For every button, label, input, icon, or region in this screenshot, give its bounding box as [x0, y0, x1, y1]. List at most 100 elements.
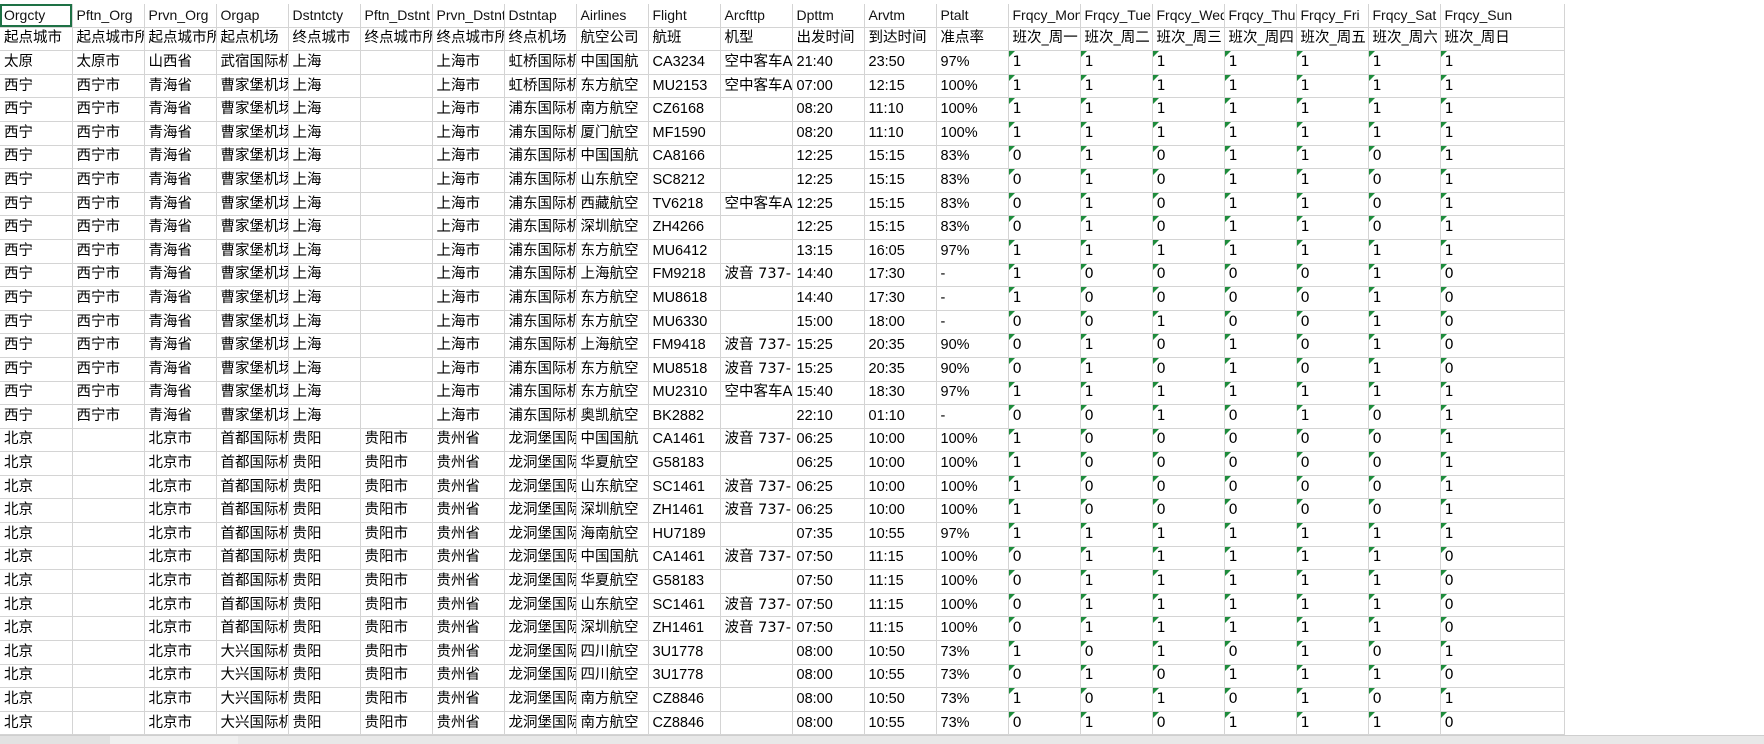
cell[interactable]: 西宁 — [0, 168, 73, 193]
cell[interactable]: 机型 — [720, 27, 793, 52]
cell[interactable]: 曹家堡机场 — [216, 168, 289, 193]
cell[interactable]: 1 — [1080, 522, 1153, 547]
cell[interactable]: 1 — [1080, 381, 1153, 406]
cell[interactable]: 西宁市 — [72, 263, 145, 288]
cell[interactable]: 0 — [1440, 286, 1565, 311]
cell[interactable]: 0 — [1008, 569, 1081, 594]
cell[interactable]: 1 — [1440, 97, 1565, 122]
cell[interactable]: 西宁 — [0, 192, 73, 217]
cell[interactable]: 0 — [1008, 192, 1081, 217]
cell[interactable]: 73% — [936, 640, 1009, 665]
cell[interactable]: 97% — [936, 381, 1009, 406]
cell[interactable]: 北京 — [0, 616, 73, 642]
cell[interactable]: 1 — [1224, 522, 1297, 547]
cell[interactable]: 西宁市 — [72, 97, 145, 122]
cell[interactable]: 西宁市 — [72, 333, 145, 358]
cell[interactable]: 10:00 — [864, 428, 937, 453]
cell[interactable]: 1 — [1440, 522, 1565, 547]
cell[interactable] — [360, 74, 433, 99]
cell[interactable]: - — [936, 286, 1009, 311]
cell[interactable]: 中国国航 — [576, 428, 649, 453]
cell[interactable] — [72, 569, 145, 594]
cell[interactable]: 青海省 — [144, 381, 217, 406]
cell[interactable]: 1 — [1152, 687, 1225, 712]
cell[interactable]: 贵阳市 — [360, 569, 433, 594]
cell[interactable] — [360, 145, 433, 170]
cell[interactable]: 10:55 — [864, 664, 937, 689]
cell[interactable]: 1 — [1368, 50, 1441, 75]
cell[interactable]: 12:25 — [792, 168, 865, 193]
cell[interactable]: 15:40 — [792, 381, 865, 406]
cell[interactable] — [360, 357, 433, 382]
cell[interactable]: 贵阳 — [288, 711, 361, 736]
cell[interactable]: 奥凯航空 — [576, 404, 649, 429]
cell[interactable] — [72, 687, 145, 712]
cell[interactable]: 曹家堡机场 — [216, 286, 289, 311]
cell[interactable]: 西宁市 — [72, 192, 145, 217]
cell[interactable]: 浦东国际机场 — [504, 310, 577, 335]
cell[interactable]: 0 — [1008, 593, 1081, 618]
cell[interactable]: 0 — [1368, 498, 1441, 524]
cell[interactable]: 1 — [1296, 404, 1369, 429]
cell[interactable]: 0 — [1296, 286, 1369, 311]
header-cell[interactable]: Frqcy_Thu — [1224, 4, 1297, 28]
cell[interactable]: 终点城市所在地 — [360, 27, 433, 52]
cell[interactable]: 1 — [1296, 711, 1369, 736]
cell[interactable]: 空中客车A320 — [720, 50, 793, 75]
header-cell[interactable]: Prvn_Org — [144, 4, 217, 28]
cell[interactable]: 龙洞堡国际机场 — [504, 711, 577, 736]
cell[interactable]: 太原市 — [72, 50, 145, 75]
cell[interactable]: 1 — [1440, 404, 1565, 429]
cell[interactable]: 浦东国际机场 — [504, 145, 577, 170]
cell[interactable]: 1 — [1440, 475, 1565, 500]
cell[interactable]: 班次_周二 — [1080, 27, 1153, 52]
cell[interactable]: 上海市 — [432, 381, 505, 406]
cell[interactable]: 1 — [1440, 498, 1565, 524]
cell[interactable]: 曹家堡机场 — [216, 145, 289, 170]
cell[interactable]: 0 — [1152, 192, 1225, 217]
cell[interactable]: 15:00 — [792, 310, 865, 335]
header-cell[interactable]: Flight — [648, 4, 721, 28]
cell[interactable]: 西宁市 — [72, 381, 145, 406]
cell[interactable]: 1 — [1152, 50, 1225, 75]
cell[interactable]: 曹家堡机场 — [216, 121, 289, 146]
cell[interactable]: 1 — [1296, 569, 1369, 594]
cell[interactable]: 波音 737-800 — [720, 357, 793, 382]
cell[interactable]: 1 — [1152, 310, 1225, 335]
cell[interactable]: 浦东国际机场 — [504, 381, 577, 406]
cell[interactable]: 龙洞堡国际机场 — [504, 475, 577, 500]
cell[interactable]: 空中客车A320 — [720, 74, 793, 99]
cell[interactable]: 南方航空 — [576, 687, 649, 712]
cell[interactable]: 贵阳市 — [360, 428, 433, 453]
cell[interactable] — [720, 145, 793, 170]
cell[interactable]: 0 — [1368, 192, 1441, 217]
cell[interactable]: 07:00 — [792, 74, 865, 99]
cell[interactable]: 北京市 — [144, 428, 217, 453]
cell[interactable]: 0 — [1440, 357, 1565, 382]
cell[interactable]: 1 — [1080, 333, 1153, 358]
cell[interactable]: 0 — [1296, 498, 1369, 524]
cell[interactable]: 0 — [1440, 569, 1565, 594]
cell[interactable]: HU7189 — [648, 522, 721, 547]
cell[interactable]: 海南航空 — [576, 522, 649, 547]
cell[interactable]: 起点城市所在省 — [144, 27, 217, 52]
cell[interactable]: 1 — [1224, 357, 1297, 382]
cell[interactable]: 1 — [1368, 616, 1441, 642]
cell[interactable]: 贵州省 — [432, 498, 505, 524]
cell[interactable] — [360, 50, 433, 75]
cell[interactable]: 1 — [1440, 74, 1565, 99]
cell[interactable]: 1 — [1440, 121, 1565, 146]
cell[interactable]: 1 — [1008, 97, 1081, 122]
cell[interactable]: 首都国际机场 — [216, 428, 289, 453]
header-cell[interactable]: Arcfttp — [720, 4, 793, 28]
header-cell[interactable]: Airlines — [576, 4, 649, 28]
cell[interactable] — [360, 215, 433, 240]
cell[interactable]: 青海省 — [144, 286, 217, 311]
cell[interactable]: 东方航空 — [576, 357, 649, 382]
cell[interactable]: 贵州省 — [432, 640, 505, 665]
header-cell[interactable]: Ptalt — [936, 4, 1009, 28]
cell[interactable]: 西宁市 — [72, 310, 145, 335]
cell[interactable]: 龙洞堡国际机场 — [504, 616, 577, 642]
cell[interactable]: 1 — [1080, 616, 1153, 642]
cell[interactable]: 贵阳 — [288, 664, 361, 689]
